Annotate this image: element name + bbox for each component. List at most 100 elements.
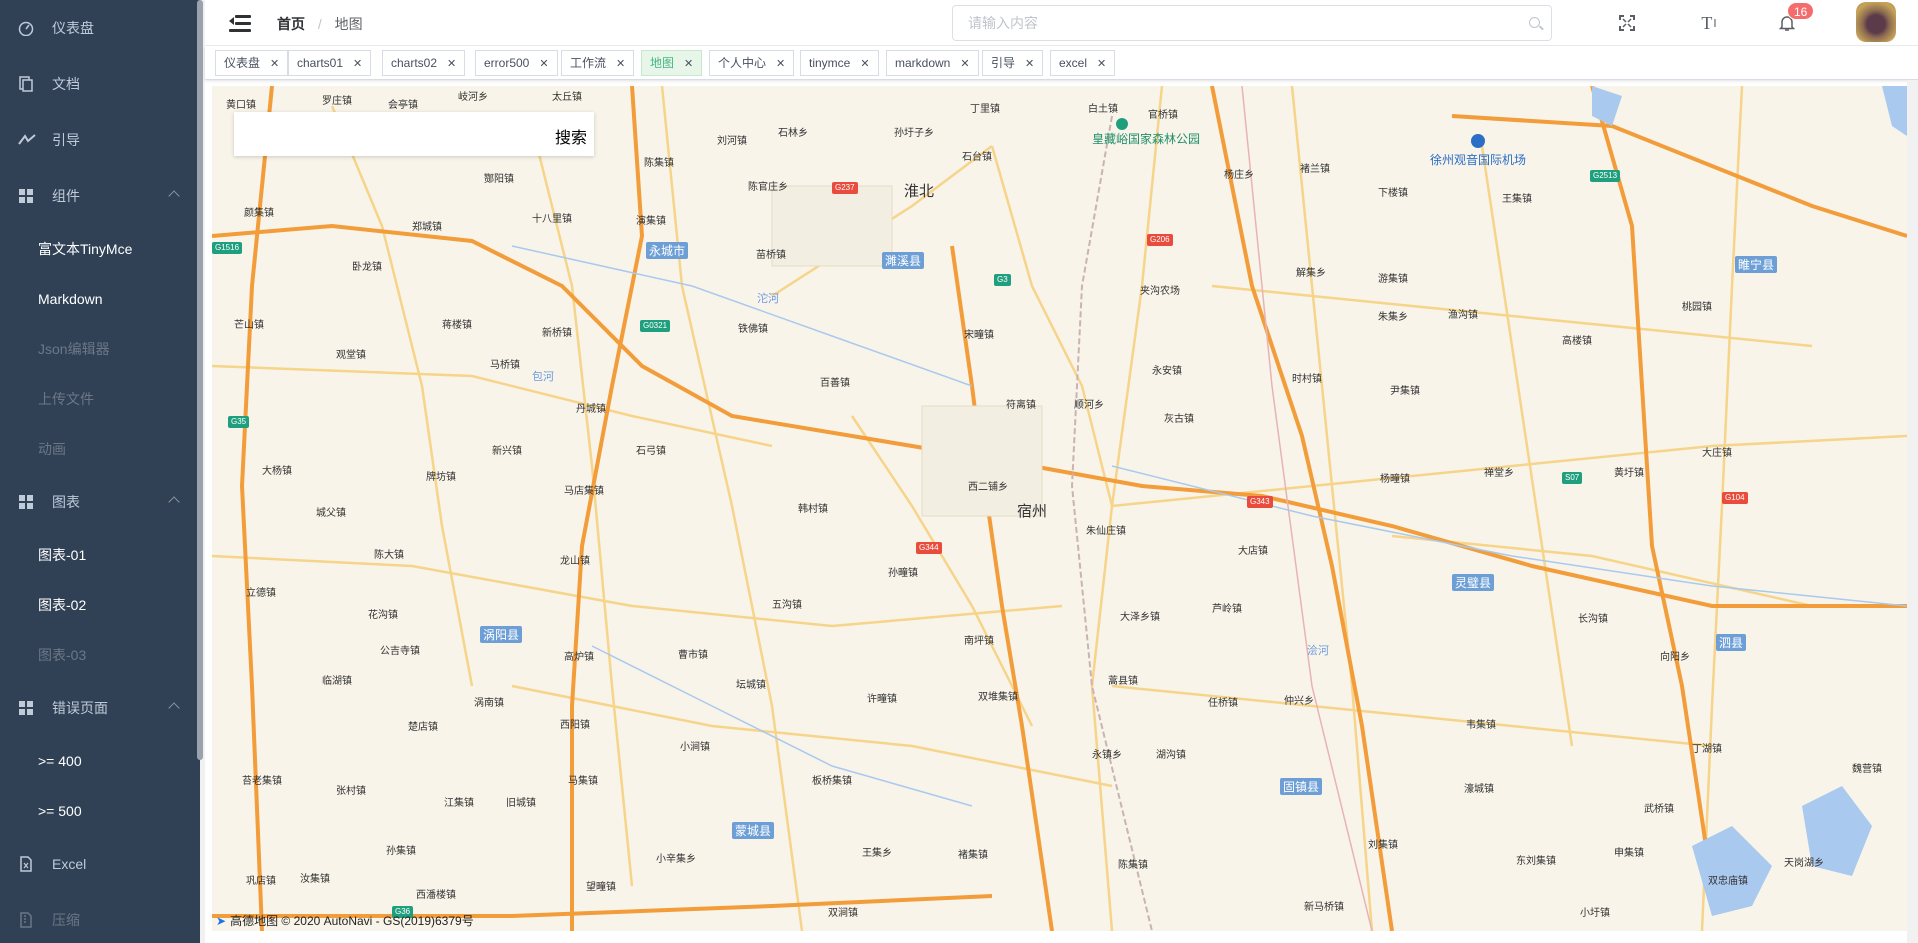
map-town-label: 双堆集镇 <box>978 692 1018 703</box>
close-icon[interactable]: ✕ <box>539 52 548 76</box>
sidebar-item-label: 图表 <box>52 494 80 510</box>
close-icon[interactable]: ✕ <box>776 52 785 76</box>
size-select-icon[interactable]: TⅠ <box>1698 12 1720 34</box>
map-town-label: 百善镇 <box>820 378 850 389</box>
search-icon[interactable] <box>1529 17 1540 28</box>
map-town-label: 酂阳镇 <box>484 174 514 185</box>
chevron-up-icon <box>168 496 180 508</box>
sidebar-item-animation[interactable]: 动画 <box>0 424 200 474</box>
sidebar-item-label: 图表-03 <box>38 647 87 663</box>
tag-error500[interactable]: error500 ✕ <box>475 50 558 76</box>
sidebar-item-components[interactable]: 组件 <box>0 168 200 224</box>
map-river-label: 浍河 <box>1307 645 1329 657</box>
sidebar-item-chart-02[interactable]: 图表-02 <box>0 580 200 630</box>
tag-guide[interactable]: 引导 ✕ <box>982 50 1044 76</box>
map-search-box[interactable]: 搜索 <box>234 112 594 156</box>
map-town-label: 解集乡 <box>1296 268 1326 279</box>
map-container[interactable]: 搜索 淮北 宿州 永城市 濉溪县 睢宁县 灵璧县 泗县 涡阳县 蒙城县 固镇县 … <box>212 86 1907 931</box>
sidebar-item-zip[interactable]: 压缩 <box>0 892 200 943</box>
chevron-up-icon <box>168 702 180 714</box>
map-town-label: 禅堂乡 <box>1484 468 1514 479</box>
tag-excel[interactable]: excel ✕ <box>1050 50 1116 76</box>
close-icon[interactable]: ✕ <box>1025 52 1034 76</box>
avatar[interactable] <box>1856 2 1896 42</box>
map-town-label: 石弓镇 <box>636 446 666 457</box>
map-town-label: 颜集镇 <box>244 208 274 219</box>
sidebar-item-upload[interactable]: 上传文件 <box>0 374 200 424</box>
tag-markdown[interactable]: markdown ✕ <box>886 50 979 76</box>
hamburger-icon[interactable] <box>229 13 251 33</box>
tag-charts01[interactable]: charts01 ✕ <box>288 50 372 76</box>
sidebar-item-chart-03[interactable]: 图表-03 <box>0 630 200 680</box>
sidebar-item-error-400[interactable]: >= 400 <box>0 736 200 786</box>
tag-label: charts01 <box>297 56 344 70</box>
map-town-label: 小圩镇 <box>1580 908 1610 919</box>
tag-label: charts02 <box>391 56 438 70</box>
map-river-label: 沱河 <box>757 293 779 305</box>
sidebar-scrollbar[interactable] <box>197 0 203 760</box>
map-town-label: 演集镇 <box>636 216 666 227</box>
close-icon[interactable]: ✕ <box>1097 52 1106 76</box>
map-town-label: 王集乡 <box>862 848 892 859</box>
sidebar-item-charts[interactable]: 图表 <box>0 474 200 530</box>
sidebar-item-error-pages[interactable]: 错误页面 <box>0 680 200 736</box>
tag-map[interactable]: 地图 ✕ <box>641 50 703 76</box>
sidebar-item-guide[interactable]: 引导 <box>0 112 200 168</box>
sidebar-item-error-500[interactable]: >= 500 <box>0 786 200 836</box>
guide-icon <box>18 132 36 148</box>
map-town-label: 太丘镇 <box>552 92 582 103</box>
map-town-label: 大店镇 <box>1238 546 1268 557</box>
map-park-poi[interactable]: 皇藏峪国家森林公园 <box>1092 118 1200 147</box>
map-town-label: 十八里镇 <box>532 214 572 225</box>
map-town-label: 张村镇 <box>336 786 366 797</box>
sidebar-item-markdown[interactable]: Markdown <box>0 274 200 324</box>
sidebar-item-json-editor[interactable]: Json编辑器 <box>0 324 200 374</box>
close-icon[interactable]: ✕ <box>447 52 456 76</box>
sidebar-item-label: Json编辑器 <box>38 341 110 357</box>
map-logo-icon[interactable]: ➤ <box>216 914 226 928</box>
sidebar-item-label: 压缩 <box>52 912 80 928</box>
close-icon[interactable]: ✕ <box>616 52 625 76</box>
map-county-label: 涡阳县 <box>480 626 523 643</box>
header-search-input[interactable] <box>953 6 1503 40</box>
sidebar-item-excel[interactable]: Excel <box>0 836 200 892</box>
close-icon[interactable]: ✕ <box>684 52 693 76</box>
map-town-label: 向阳乡 <box>1660 652 1690 663</box>
notification-badge: 16 <box>1787 2 1815 20</box>
tag-workflow[interactable]: 工作流 ✕ <box>561 50 635 76</box>
map-town-label: 褚兰镇 <box>1300 164 1330 175</box>
sidebar-item-docs[interactable]: 文档 <box>0 56 200 112</box>
map-county-label: 濉溪县 <box>882 252 925 269</box>
sidebar-item-chart-01[interactable]: 图表-01 <box>0 530 200 580</box>
close-icon[interactable]: ✕ <box>960 52 969 76</box>
map-town-label: 申集镇 <box>1614 848 1644 859</box>
close-icon[interactable]: ✕ <box>270 52 279 76</box>
map-town-label: 时村镇 <box>1292 374 1322 385</box>
chart-icon <box>18 494 34 510</box>
close-icon[interactable]: ✕ <box>353 52 362 76</box>
fullscreen-icon[interactable] <box>1616 12 1638 34</box>
close-icon[interactable]: ✕ <box>860 52 869 76</box>
map-town-label: 高炉镇 <box>564 652 594 663</box>
sidebar-item-dashboard[interactable]: 仪表盘 <box>0 0 200 56</box>
map-search-button[interactable]: 搜索 <box>555 124 587 148</box>
tag-charts02[interactable]: charts02 ✕ <box>382 50 466 76</box>
map-town-label: 孙疃镇 <box>888 568 918 579</box>
map-town-label: 朱集乡 <box>1378 312 1408 323</box>
main-scrollbar-track[interactable] <box>1907 80 1918 943</box>
map-airport-poi[interactable]: 徐州观音国际机场 <box>1430 134 1526 168</box>
map-town-label: 刘集镇 <box>1368 840 1398 851</box>
map-town-label: 陈集镇 <box>644 158 674 169</box>
tag-profile[interactable]: 个人中心 ✕ <box>709 50 795 76</box>
dashboard-icon <box>18 20 34 37</box>
breadcrumb-home[interactable]: 首页 <box>277 16 305 32</box>
tag-tinymce[interactable]: tinymce ✕ <box>800 50 879 76</box>
sidebar-item-label: 图表-02 <box>38 597 87 613</box>
map-town-label: 孙集镇 <box>386 846 416 857</box>
tag-label: 仪表盘 <box>224 56 261 70</box>
sidebar-item-tinymce[interactable]: 富文本TinyMce <box>0 224 200 274</box>
tag-dashboard[interactable]: 仪表盘 ✕ <box>215 50 289 76</box>
sidebar-item-label: >= 400 <box>38 753 82 769</box>
map-town-label: 蒿县镇 <box>1108 676 1138 687</box>
map-county-label: 永城市 <box>646 242 689 259</box>
